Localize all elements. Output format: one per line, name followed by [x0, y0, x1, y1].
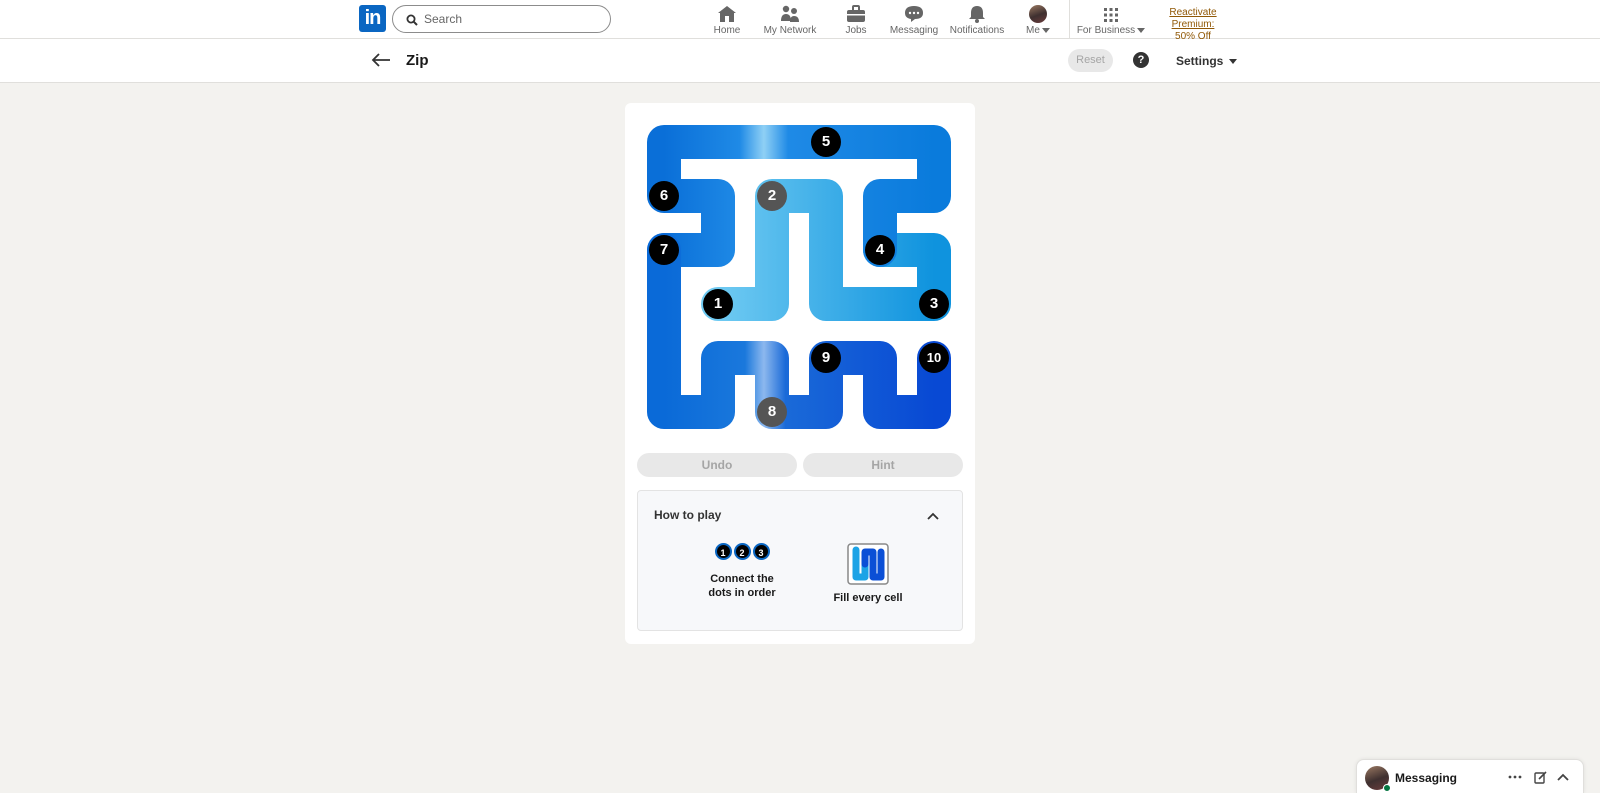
help-icon[interactable]: ? — [1133, 52, 1149, 68]
how-to-play-panel: How to play 1 2 3 Connect the dots in or… — [637, 490, 963, 631]
online-status-icon — [1383, 784, 1391, 792]
settings-menu[interactable]: Settings — [1176, 54, 1238, 68]
nav-for-business-label: For Business — [1076, 25, 1136, 36]
zip-path — [647, 125, 951, 429]
board-dot-8[interactable]: 8 — [757, 397, 787, 427]
messaging-bar[interactable]: Messaging — [1356, 759, 1584, 793]
rule-connect-dots: 1 2 3 Connect the dots in order — [692, 543, 792, 600]
chevron-down-icon — [1137, 28, 1146, 33]
chat-icon — [904, 3, 924, 23]
nav-notifications[interactable]: Notifications — [949, 3, 1005, 37]
game-actions: Undo Hint — [637, 453, 963, 477]
more-options-icon[interactable] — [1507, 769, 1523, 785]
nav-my-network[interactable]: My Network — [760, 3, 820, 37]
board-dot-7[interactable]: 7 — [649, 235, 679, 265]
nav-my-network-label: My Network — [763, 25, 817, 36]
rule-fill-cells: Fill every cell — [818, 543, 918, 605]
mini-dot: 2 — [733, 543, 751, 560]
zip-board[interactable]: 1 2 3 4 5 6 7 8 9 10 — [647, 124, 953, 434]
nav-for-business[interactable]: For Business — [1076, 3, 1146, 37]
search-input[interactable] — [424, 10, 604, 28]
game-card: 1 2 3 4 5 6 7 8 9 10 Undo Hint How to play 1 2 3 … — [625, 103, 975, 644]
nav-jobs[interactable]: Jobs — [840, 3, 872, 37]
grid-icon — [1103, 3, 1119, 23]
top-nav: in Home My Network Jobs Messaging — [0, 0, 1600, 42]
mini-dots-illustration: 1 2 3 — [692, 543, 792, 560]
fill-grid-icon — [818, 543, 918, 585]
chevron-down-icon — [1229, 58, 1238, 64]
board-dot-4[interactable]: 4 — [865, 235, 895, 265]
rule-connect-line-1: Connect the — [710, 573, 774, 585]
nav-me[interactable]: Me — [1024, 3, 1052, 37]
reset-button[interactable]: Reset — [1068, 49, 1113, 72]
briefcase-icon — [846, 3, 866, 23]
messaging-label: Messaging — [1395, 771, 1458, 785]
how-to-play-title: How to play — [654, 508, 722, 522]
mini-dot: 1 — [714, 543, 732, 560]
reactivate-premium-link[interactable]: Reactivate Premium: 50% Off — [1148, 7, 1238, 43]
nav-me-label: Me — [1026, 25, 1040, 36]
nav-jobs-label: Jobs — [845, 25, 867, 36]
nav-divider — [1069, 0, 1070, 39]
search-icon — [406, 14, 418, 26]
nav-messaging[interactable]: Messaging — [889, 3, 939, 37]
avatar — [1029, 5, 1047, 23]
board-dot-10[interactable]: 10 — [919, 343, 949, 373]
settings-label: Settings — [1176, 54, 1224, 68]
page-title: Zip — [406, 52, 429, 69]
rule-connect-line-2: dots in order — [708, 587, 776, 599]
network-icon — [780, 3, 800, 23]
premium-line-1: Reactivate Premium: — [1169, 7, 1217, 30]
nav-messaging-label: Messaging — [889, 25, 939, 36]
home-icon — [717, 3, 737, 23]
undo-button[interactable]: Undo — [637, 453, 797, 477]
chevron-up-icon[interactable] — [1555, 769, 1571, 785]
mini-dot: 3 — [752, 543, 770, 560]
board-dot-9[interactable]: 9 — [811, 343, 841, 373]
linkedin-logo[interactable]: in — [359, 5, 386, 32]
board-dot-6[interactable]: 6 — [649, 181, 679, 211]
nav-home[interactable]: Home — [711, 3, 743, 37]
compose-icon[interactable] — [1532, 769, 1548, 785]
nav-notifications-label: Notifications — [949, 25, 1005, 36]
board-dot-1[interactable]: 1 — [703, 289, 733, 319]
hint-button[interactable]: Hint — [803, 453, 963, 477]
rule-fill-label: Fill every cell — [833, 592, 903, 604]
chevron-down-icon — [1041, 28, 1050, 33]
nav-home-label: Home — [713, 25, 741, 36]
game-header: Zip Reset ? Settings — [0, 39, 1600, 83]
search-box[interactable] — [392, 5, 611, 33]
back-arrow-icon[interactable] — [371, 52, 391, 73]
board-dot-3[interactable]: 3 — [919, 289, 949, 319]
board-dot-5[interactable]: 5 — [811, 127, 841, 157]
board-dot-2[interactable]: 2 — [757, 181, 787, 211]
chevron-up-icon[interactable] — [926, 508, 940, 526]
bell-icon — [967, 3, 987, 23]
